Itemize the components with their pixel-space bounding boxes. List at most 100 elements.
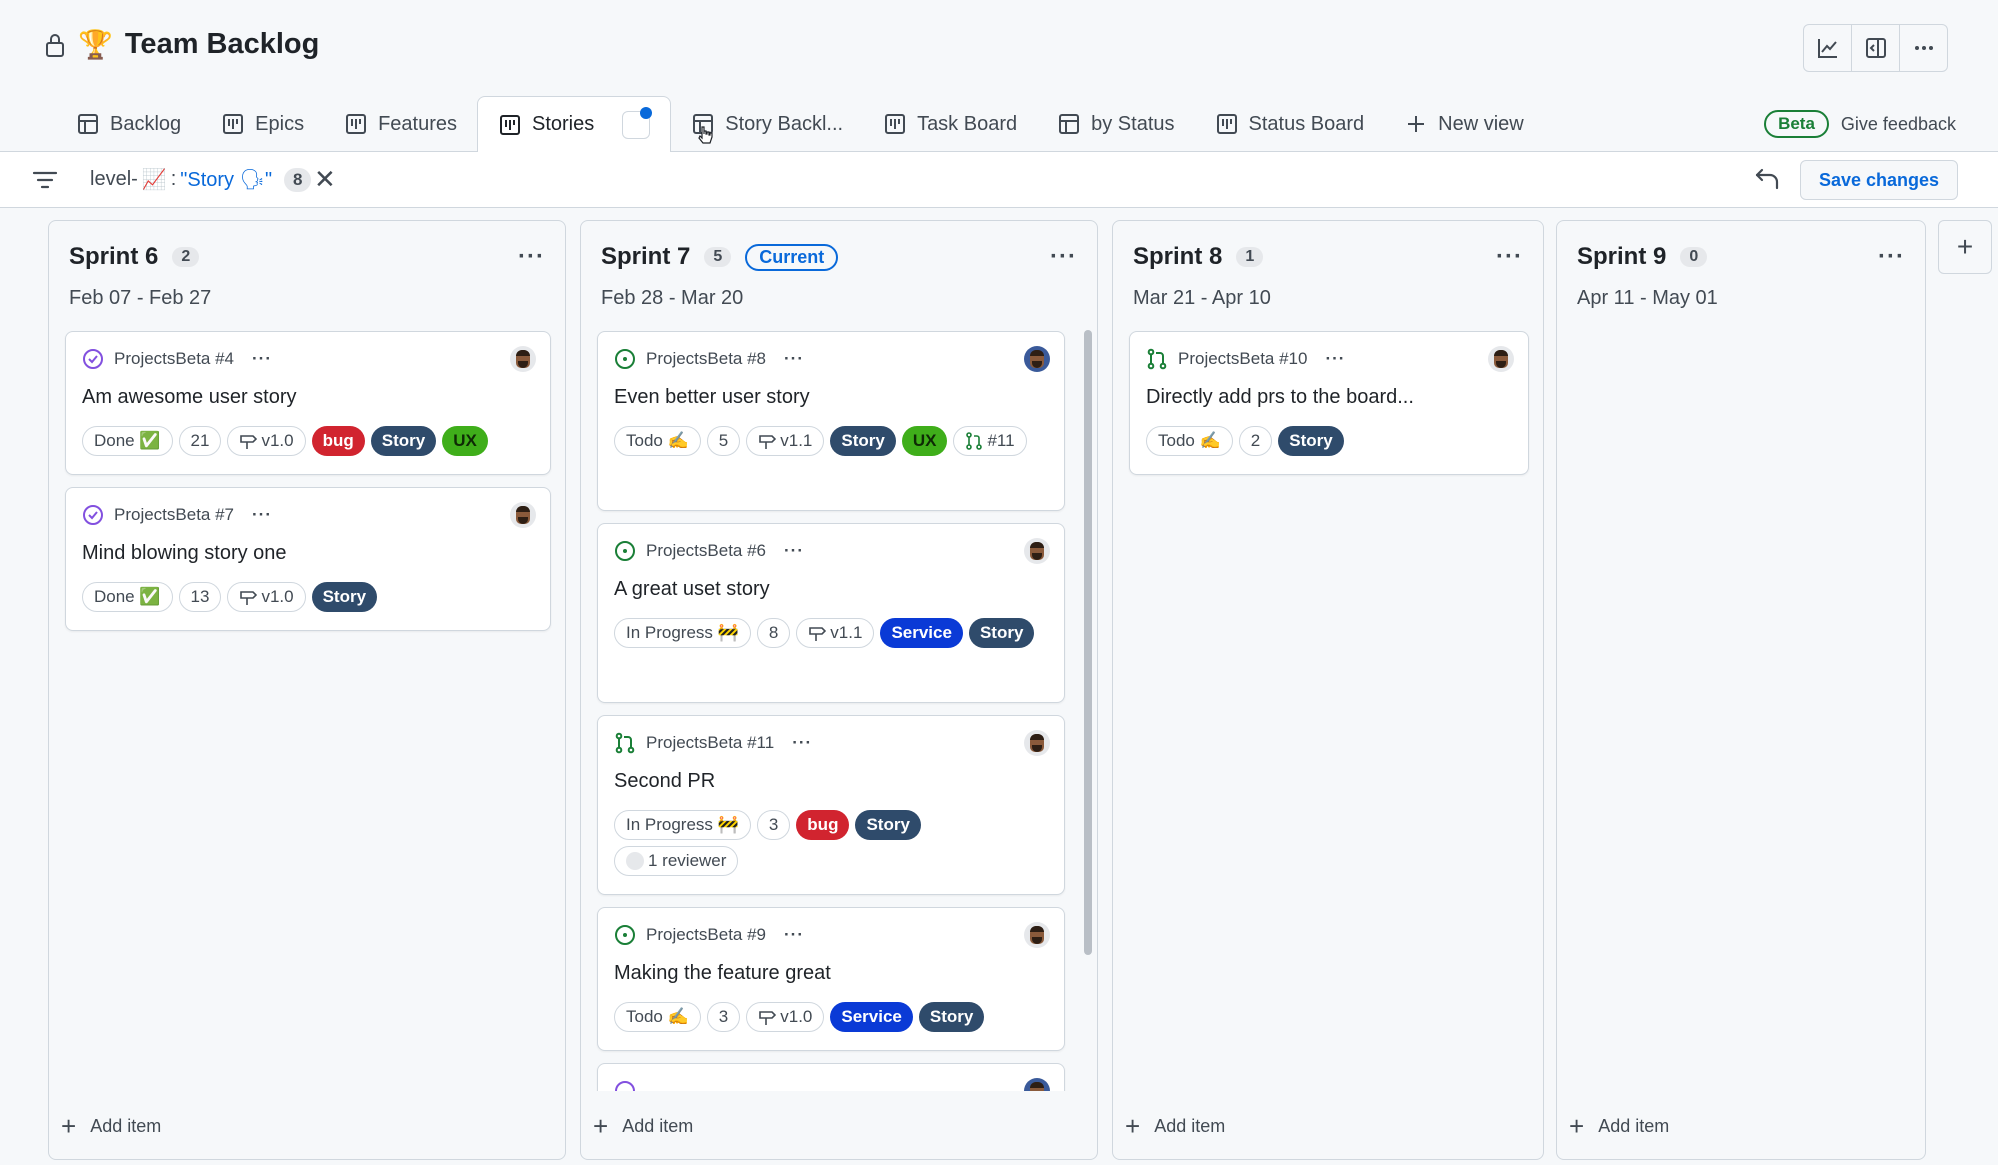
column-menu-button[interactable]: ··· — [1050, 243, 1077, 271]
assignee-avatar[interactable] — [1024, 730, 1050, 756]
card-header: ProjectsBeta #10 ··· — [1146, 348, 1345, 370]
column-name: Sprint 8 — [1133, 243, 1223, 270]
issue-closed-icon — [83, 349, 103, 369]
column-scroll-area[interactable]: ProjectsBeta #8 ··· Even better user sto… — [581, 321, 1099, 1091]
estimate-field: 21 — [178, 426, 222, 456]
add-item-button[interactable]: + Add item — [1125, 1113, 1225, 1139]
milestone-field: v1.0 — [227, 426, 306, 456]
milestone-icon — [759, 1011, 777, 1025]
board-icon — [1216, 114, 1237, 134]
card-menu-button[interactable]: ··· — [784, 349, 804, 369]
card-title[interactable]: Am awesome user story — [82, 386, 297, 409]
view-options-button[interactable] — [622, 106, 653, 139]
estimate-field: 3 — [756, 810, 791, 840]
item-card[interactable]: ProjectsBeta #4 ··· Am awesome user stor… — [65, 331, 551, 475]
status-field: Todo ✍️ — [614, 1002, 701, 1032]
card-title[interactable]: Mind blowing story one — [82, 542, 287, 565]
tab-backlog[interactable]: Backlog — [56, 96, 201, 152]
assignee-avatar[interactable] — [510, 502, 536, 528]
filter-input[interactable]: level- 📈 : "Story 🗣" — [90, 167, 272, 192]
filter-icon[interactable] — [32, 169, 58, 191]
card-menu-button[interactable]: ··· — [792, 733, 812, 753]
milestone-label: v1.0 — [780, 1007, 813, 1026]
card-fields: Done ✅ 13 v1.0 Story — [82, 582, 534, 612]
column-menu-button[interactable]: ··· — [518, 243, 545, 271]
insights-button[interactable] — [1803, 24, 1852, 72]
milestone-label: v1.0 — [261, 431, 294, 450]
assignee-avatar[interactable] — [1488, 346, 1514, 372]
milestone-field: v1.1 — [746, 426, 825, 456]
side-panel-button[interactable] — [1851, 24, 1900, 72]
milestone-field: v1.0 — [746, 1002, 825, 1032]
give-feedback-link[interactable]: Give feedback — [1841, 114, 1956, 135]
tab-stories[interactable]: Stories — [477, 96, 672, 153]
card-title[interactable]: A great uset story — [614, 578, 770, 601]
item-card[interactable]: ProjectsBeta #6 ··· A great uset story I… — [597, 523, 1065, 703]
assignee-avatar[interactable] — [1024, 922, 1050, 948]
more-options-button[interactable] — [1899, 24, 1948, 72]
item-card[interactable] — [597, 1063, 1065, 1091]
column-menu-button[interactable]: ··· — [1496, 243, 1523, 271]
issue-reference[interactable]: ProjectsBeta #6 — [646, 541, 766, 561]
linked-pr-field[interactable]: #11 — [953, 426, 1027, 456]
item-card[interactable]: ProjectsBeta #9 ··· Making the feature g… — [597, 907, 1065, 1051]
board-icon — [885, 114, 906, 134]
tab-label: by Status — [1091, 112, 1175, 135]
label-story: Story — [855, 810, 921, 840]
project-title[interactable]: Team Backlog — [125, 28, 319, 61]
issue-reference[interactable]: ProjectsBeta #8 — [646, 349, 766, 369]
issue-reference[interactable]: ProjectsBeta #11 — [646, 733, 774, 753]
card-title[interactable]: Second PR — [614, 770, 715, 793]
tab-label: Stories — [532, 113, 595, 135]
card-menu-button[interactable]: ··· — [1325, 349, 1345, 369]
card-menu-button[interactable]: ··· — [784, 541, 804, 561]
card-title[interactable]: Even better user story — [614, 386, 810, 409]
clear-filter-icon[interactable]: ✕ — [314, 164, 336, 195]
item-card[interactable]: ProjectsBeta #10 ··· Directly add prs to… — [1129, 331, 1529, 475]
new-view-button[interactable]: New view — [1384, 96, 1544, 152]
card-menu-button[interactable]: ··· — [784, 925, 804, 945]
label-story: Story — [918, 1002, 985, 1032]
assignee-avatar[interactable] — [1024, 1078, 1050, 1091]
tab-status-board[interactable]: Status Board — [1195, 96, 1385, 152]
undo-icon[interactable] — [1754, 166, 1782, 192]
card-title[interactable]: Directly add prs to the board... — [1146, 386, 1414, 409]
add-item-label: Add item — [90, 1115, 162, 1136]
column-menu-button[interactable]: ··· — [1878, 243, 1905, 271]
column-scrollbar[interactable] — [1084, 330, 1092, 955]
tab-task-board[interactable]: Task Board — [863, 96, 1037, 152]
add-column-button[interactable]: + — [1938, 220, 1992, 274]
issue-reference[interactable]: ProjectsBeta #7 — [114, 505, 234, 525]
reviewers-field[interactable]: 1 reviewer — [614, 846, 739, 876]
item-card[interactable]: ProjectsBeta #8 ··· Even better user sto… — [597, 331, 1065, 511]
label-service: Service — [830, 1002, 913, 1032]
item-card[interactable]: ProjectsBeta #11 ··· Second PR In Progre… — [597, 715, 1065, 895]
estimate-field: 3 — [706, 1002, 741, 1032]
issue-open-icon — [615, 541, 635, 561]
assignee-avatar[interactable] — [1024, 346, 1050, 372]
tab-features[interactable]: Features — [324, 96, 477, 152]
issue-open-icon — [615, 925, 635, 945]
issue-reference[interactable]: ProjectsBeta #10 — [1178, 349, 1307, 369]
tab-epics[interactable]: Epics — [201, 96, 324, 152]
status-field: Done ✅ — [82, 582, 173, 612]
add-item-button[interactable]: + Add item — [1569, 1113, 1669, 1139]
card-title[interactable]: Making the feature great — [614, 962, 831, 985]
current-iteration-badge: Current — [745, 243, 839, 271]
assignee-avatar[interactable] — [510, 346, 536, 372]
item-card[interactable]: ProjectsBeta #7 ··· Mind blowing story o… — [65, 487, 551, 631]
add-item-button[interactable]: + Add item — [593, 1113, 693, 1139]
estimate-field: 13 — [178, 582, 222, 612]
column-name: Sprint 7 — [601, 243, 691, 270]
card-menu-button[interactable]: ··· — [252, 505, 272, 525]
column-sprint-7: Sprint 7 5 Current ··· Feb 28 - Mar 20 P… — [580, 220, 1098, 1160]
assignee-avatar[interactable] — [1024, 538, 1050, 564]
table-icon — [78, 114, 98, 134]
save-changes-button[interactable]: Save changes — [1800, 160, 1958, 200]
add-item-button[interactable]: + Add item — [61, 1113, 161, 1139]
issue-reference[interactable]: ProjectsBeta #4 — [114, 349, 234, 369]
tab-by-status[interactable]: by Status — [1037, 96, 1194, 152]
card-menu-button[interactable]: ··· — [252, 349, 272, 369]
issue-reference[interactable]: ProjectsBeta #9 — [646, 925, 766, 945]
label-story: Story — [370, 426, 437, 456]
